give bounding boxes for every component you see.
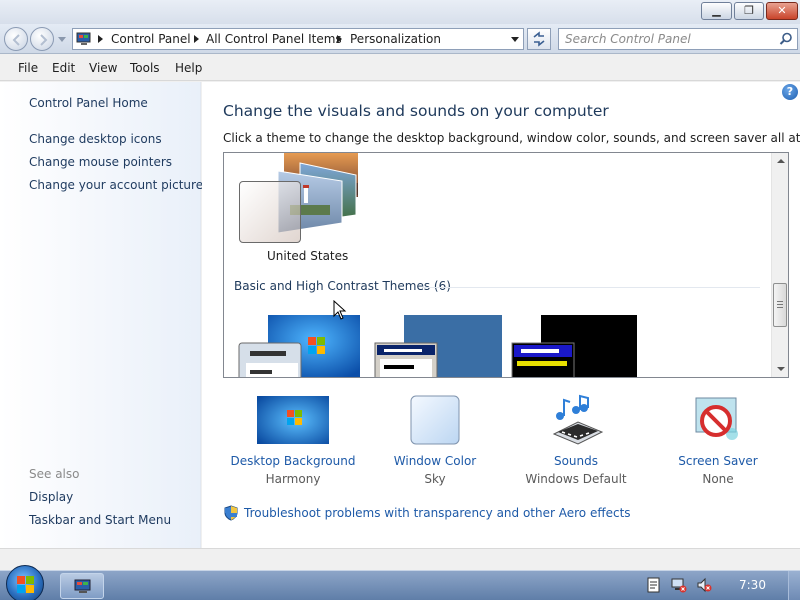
screen-saver-value: None bbox=[702, 472, 734, 486]
desktop-background-link[interactable]: Desktop Background bbox=[218, 454, 368, 468]
control-panel-icon bbox=[76, 32, 91, 45]
theme-selection-frame bbox=[239, 181, 301, 243]
mouse-cursor-icon bbox=[333, 300, 347, 320]
basic-themes-group-heading: Basic and High Contrast Themes (6) bbox=[234, 279, 451, 293]
restore-icon: ❐ bbox=[744, 4, 754, 17]
gallery-scrollbar[interactable] bbox=[771, 153, 788, 377]
troubleshoot-link-text[interactable]: Troubleshoot problems with transparency … bbox=[244, 506, 631, 520]
theme-windows-classic[interactable] bbox=[374, 315, 504, 377]
taskbar-start-menu-link[interactable]: Taskbar and Start Menu bbox=[29, 513, 171, 527]
action-center-icon[interactable] bbox=[646, 577, 662, 593]
content-pane: ? Change the visuals and sounds on your … bbox=[202, 82, 800, 548]
search-input[interactable] bbox=[559, 29, 769, 49]
window-bottom-border bbox=[0, 548, 800, 570]
window-color-icon bbox=[399, 394, 471, 446]
menu-bar: File Edit View Tools Help bbox=[0, 55, 800, 81]
close-button[interactable]: ✕ bbox=[766, 2, 798, 20]
windows-classic-theme-preview bbox=[374, 315, 502, 377]
breadcrumb-separator-icon bbox=[98, 35, 103, 43]
search-box[interactable] bbox=[558, 28, 798, 50]
forward-button[interactable] bbox=[30, 27, 54, 51]
recent-pages-dropdown-icon[interactable] bbox=[58, 34, 66, 44]
page-subtitle: Click a theme to change the desktop back… bbox=[223, 131, 800, 145]
breadcrumb-all-items[interactable]: All Control Panel Items bbox=[206, 32, 342, 46]
group-divider bbox=[422, 287, 760, 288]
search-icon[interactable] bbox=[779, 32, 793, 46]
desktop-background-icon bbox=[257, 394, 329, 446]
uac-shield-icon bbox=[224, 505, 238, 521]
taskbar: 7:30 bbox=[0, 565, 800, 600]
theme-gallery[interactable]: United States Basic and High Contrast Th… bbox=[223, 152, 789, 378]
sounds-link[interactable]: Sounds bbox=[501, 454, 651, 468]
refresh-button[interactable] bbox=[527, 28, 551, 50]
window-color-link[interactable]: Window Color bbox=[360, 454, 510, 468]
close-icon: ✕ bbox=[777, 4, 787, 17]
network-icon[interactable] bbox=[671, 577, 687, 593]
window-color-value: Sky bbox=[424, 472, 446, 486]
theme-high-contrast[interactable] bbox=[511, 315, 641, 377]
high-contrast-theme-preview bbox=[511, 315, 637, 377]
volume-muted-icon[interactable] bbox=[696, 577, 712, 593]
sounds-value: Windows Default bbox=[525, 472, 627, 486]
back-button[interactable] bbox=[4, 27, 28, 51]
change-mouse-pointers-link[interactable]: Change mouse pointers bbox=[29, 155, 172, 169]
address-dropdown-icon[interactable] bbox=[511, 37, 519, 42]
scroll-thumb[interactable] bbox=[773, 283, 787, 327]
task-pane: Control Panel Home Change desktop icons … bbox=[0, 82, 203, 548]
theme-label: United States bbox=[267, 249, 349, 263]
sounds-option[interactable]: Sounds Windows Default bbox=[501, 394, 651, 486]
menu-file[interactable]: File bbox=[18, 61, 38, 75]
theme-windows-7-basic[interactable] bbox=[238, 315, 362, 377]
screen-saver-icon bbox=[682, 394, 754, 446]
see-also-heading: See also bbox=[29, 467, 80, 481]
breadcrumb-personalization[interactable]: Personalization bbox=[350, 32, 441, 46]
desktop-background-option[interactable]: Desktop Background Harmony bbox=[218, 394, 368, 486]
address-bar[interactable]: Control Panel All Control Panel Items Pe… bbox=[72, 28, 524, 50]
desktop-background-value: Harmony bbox=[265, 472, 321, 486]
minimize-icon: ▁ bbox=[712, 4, 721, 17]
window-color-option[interactable]: Window Color Sky bbox=[360, 394, 510, 486]
menu-help[interactable]: Help bbox=[175, 61, 202, 75]
display-link[interactable]: Display bbox=[29, 490, 73, 504]
sounds-icon bbox=[540, 394, 612, 446]
change-desktop-icons-link[interactable]: Change desktop icons bbox=[29, 132, 162, 146]
minimize-button[interactable]: ▁ bbox=[701, 2, 732, 20]
clock[interactable]: 7:30 bbox=[739, 578, 766, 592]
page-title: Change the visuals and sounds on your co… bbox=[223, 102, 609, 120]
control-panel-home-link[interactable]: Control Panel Home bbox=[29, 96, 148, 110]
menu-view[interactable]: View bbox=[89, 61, 117, 75]
back-arrow-icon bbox=[12, 34, 20, 46]
refresh-icon bbox=[533, 31, 545, 47]
windows-7-theme-preview bbox=[238, 315, 360, 377]
show-desktop-button[interactable] bbox=[788, 571, 800, 600]
control-panel-icon bbox=[74, 579, 91, 593]
menu-tools[interactable]: Tools bbox=[130, 61, 160, 75]
breadcrumb-control-panel[interactable]: Control Panel bbox=[111, 32, 191, 46]
forward-arrow-icon bbox=[40, 34, 48, 46]
screen-saver-link[interactable]: Screen Saver bbox=[643, 454, 793, 468]
breadcrumb-separator-icon bbox=[337, 35, 342, 43]
menu-edit[interactable]: Edit bbox=[52, 61, 75, 75]
taskbar-control-panel-button[interactable] bbox=[60, 573, 104, 599]
windows-logo-icon bbox=[17, 576, 34, 593]
scroll-up-icon[interactable] bbox=[777, 159, 785, 163]
breadcrumb-separator-icon bbox=[194, 35, 199, 43]
screen-saver-option[interactable]: Screen Saver None bbox=[643, 394, 793, 486]
navigation-bar: Control Panel All Control Panel Items Pe… bbox=[0, 24, 800, 54]
scroll-down-icon[interactable] bbox=[777, 367, 785, 371]
title-bar: ▁ ❐ ✕ bbox=[0, 0, 800, 24]
theme-united-states[interactable]: United States bbox=[238, 153, 368, 268]
maximize-button[interactable]: ❐ bbox=[734, 2, 764, 20]
start-button[interactable] bbox=[6, 565, 44, 600]
help-icon[interactable]: ? bbox=[782, 84, 798, 100]
change-account-picture-link[interactable]: Change your account picture bbox=[29, 178, 203, 192]
